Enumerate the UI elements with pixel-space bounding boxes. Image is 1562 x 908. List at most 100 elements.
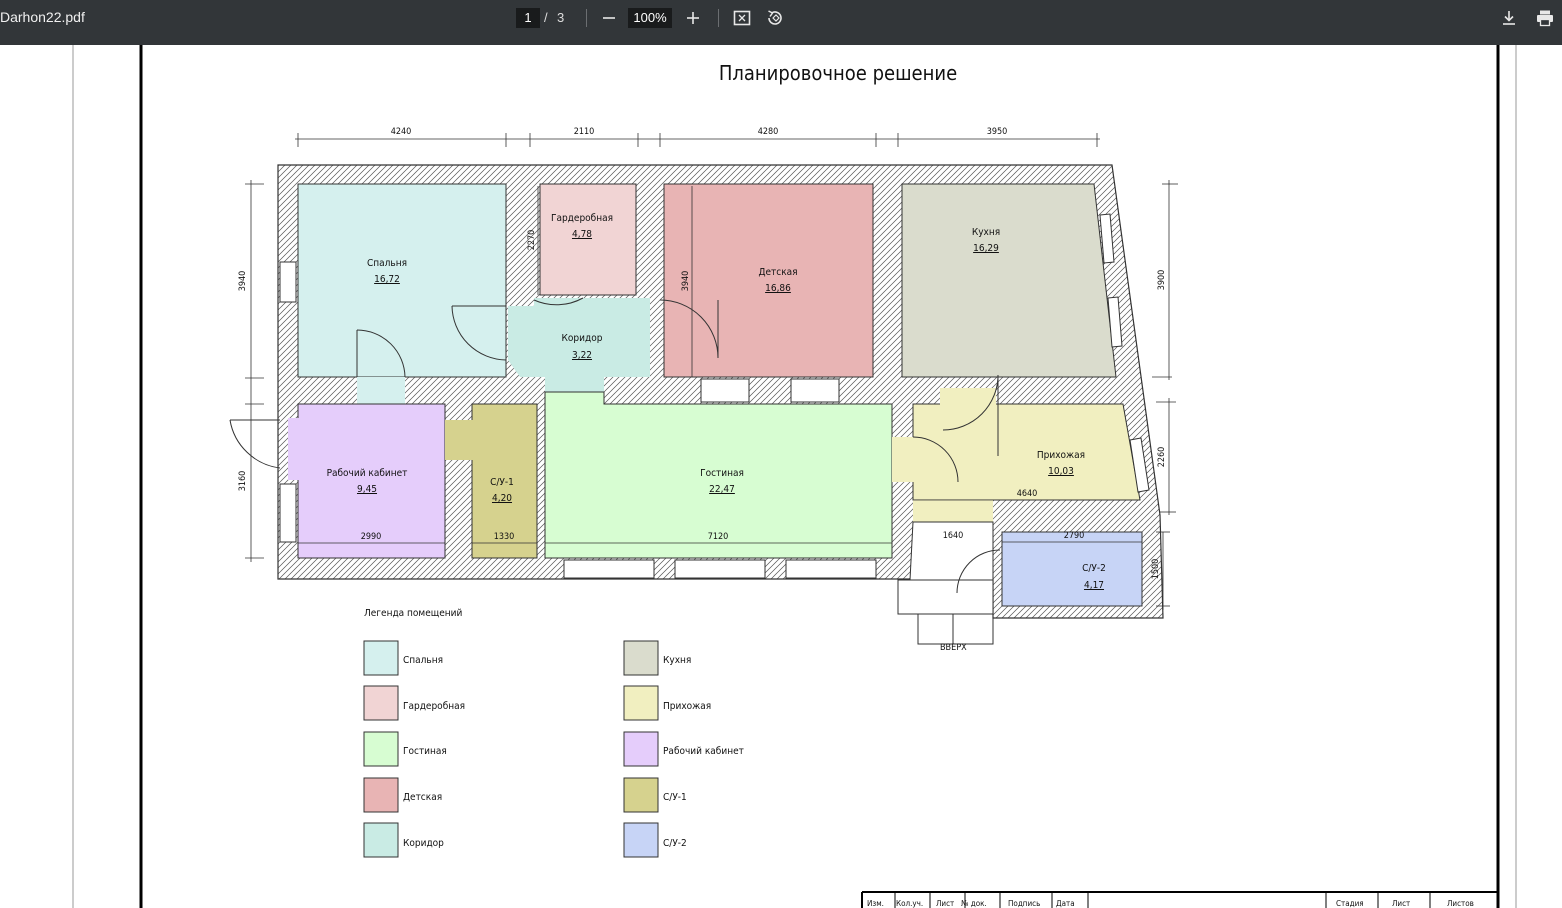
floor-plan-drawing: Планировочное решение ВВЕРХ Спальня 16,7… — [72, 45, 1517, 908]
room-name-hall: Прихожая — [1037, 450, 1085, 461]
legend-label-corridor: Коридор — [403, 838, 444, 849]
legend-label-hall: Прихожая — [663, 701, 711, 712]
room-name-corridor: Коридор — [562, 333, 603, 344]
legend-swatch-corridor — [363, 822, 399, 858]
room-area-nursery: 16,86 — [765, 283, 791, 294]
legend-swatch-office — [623, 731, 659, 767]
room-area-living: 22,47 — [709, 484, 735, 495]
stamp-list: Лист — [936, 899, 954, 908]
dim-right-3: 1500 — [1151, 559, 1161, 580]
total-pages: 3 — [557, 10, 565, 25]
room-name-wardrobe: Гардеробная — [551, 212, 613, 224]
download-button[interactable] — [1497, 6, 1521, 30]
room-area-office: 9,45 — [357, 484, 377, 495]
stamp-izm: Изм. — [867, 899, 884, 908]
doorway-office — [288, 418, 300, 480]
dim-vestibule-width: 1640 — [943, 531, 964, 541]
room-name-bath2: С/У-2 — [1082, 563, 1106, 574]
room-area-bath1: 4,20 — [492, 493, 512, 504]
door-swing — [229, 419, 281, 469]
stamp-stage: Стадия — [1336, 899, 1364, 908]
dimension-lines-left — [245, 180, 264, 562]
room-name-living: Гостиная — [700, 468, 744, 479]
file-title: Darhon22.pdf — [0, 9, 85, 25]
room-area-bedroom: 16,72 — [374, 274, 400, 285]
page-separator: / — [544, 10, 548, 25]
room-kitchen — [901, 183, 1117, 378]
dim-top-1: 4240 — [391, 127, 412, 137]
dim-top-3: 4280 — [758, 127, 779, 137]
room-area-hall: 10,03 — [1048, 466, 1074, 477]
legend-swatch-hall — [623, 685, 659, 721]
legend: Спальня Гардеробная Гостиная Детская Кор… — [363, 640, 744, 858]
stamp-date: Дата — [1056, 899, 1075, 908]
toolbar-divider — [718, 9, 719, 27]
dim-top-2: 2110 — [574, 127, 595, 137]
legend-swatch-bath1 — [623, 777, 659, 813]
zoom-in-button[interactable] — [681, 6, 705, 30]
print-button[interactable] — [1533, 6, 1557, 30]
zoom-level-input[interactable]: 100% — [628, 8, 672, 28]
legend-swatch-bedroom — [363, 640, 399, 676]
legend-swatch-living — [363, 731, 399, 767]
stamp-sign: Подпись — [1008, 899, 1040, 908]
room-bedroom — [297, 183, 507, 378]
toolbar-divider — [586, 9, 587, 27]
dim-top-4: 3950 — [987, 127, 1008, 137]
dim-right-1: 3900 — [1157, 270, 1167, 291]
fit-page-button[interactable] — [730, 6, 754, 30]
legend-label-bath2: С/У-2 — [663, 838, 687, 849]
legend-label-living: Гостиная — [403, 746, 447, 757]
room-area-corridor: 3,22 — [572, 350, 592, 361]
doorway-bedroom — [357, 377, 405, 404]
dim-wardrobe-height: 2270 — [527, 230, 537, 251]
dim-living-width: 7120 — [708, 532, 729, 542]
doorway-kitchen — [940, 388, 996, 406]
legend-swatch-kitchen — [623, 640, 659, 676]
page-number-input[interactable]: 1 — [516, 8, 540, 28]
legend-label-kitchen: Кухня — [663, 655, 691, 666]
stamp-kolvo: Кол.уч. — [896, 899, 923, 908]
room-name-bath1: С/У-1 — [490, 477, 514, 488]
stair-label: ВВЕРХ — [940, 643, 967, 653]
stair-step — [917, 613, 994, 645]
minus-icon — [603, 17, 615, 19]
dimension-lines-top — [295, 133, 1100, 147]
dim-left-2: 3160 — [238, 471, 248, 492]
dim-office-width: 2990 — [361, 532, 382, 542]
rotate-button[interactable] — [762, 6, 786, 30]
dim-left-1: 3940 — [238, 271, 248, 292]
stamp-sheet: Лист — [1392, 899, 1410, 908]
fit-page-icon — [733, 10, 751, 26]
room-bath2 — [1001, 531, 1143, 607]
room-name-bedroom: Спальня — [367, 258, 407, 269]
drawing-title: Планировочное решение — [719, 61, 957, 85]
porch — [897, 579, 994, 615]
pdf-toolbar: Darhon22.pdf 1 / 3 100% — [0, 0, 1562, 45]
room-nursery — [663, 183, 874, 378]
dim-nursery-height: 3940 — [681, 271, 691, 292]
legend-title: Легенда помещений — [364, 608, 462, 619]
legend-label-wardrobe: Гардеробная — [403, 700, 465, 712]
room-area-bath2: 4,17 — [1084, 580, 1104, 591]
zoom-out-button[interactable] — [597, 6, 621, 30]
plus-icon — [687, 12, 699, 24]
download-icon — [1503, 11, 1515, 25]
room-name-nursery: Детская — [758, 267, 797, 278]
stamp-sheets: Листов — [1447, 899, 1474, 908]
legend-label-office: Рабочий кабинет — [663, 745, 744, 757]
dim-bath1-width: 1330 — [494, 532, 515, 542]
room-area-wardrobe: 4,78 — [572, 229, 592, 240]
stamp-doc: № док. — [961, 899, 987, 908]
legend-swatch-wardrobe — [363, 685, 399, 721]
legend-label-bath1: С/У-1 — [663, 792, 687, 803]
dim-hall-width: 4640 — [1017, 489, 1038, 499]
legend-label-bedroom: Спальня — [403, 655, 443, 666]
legend-swatch-bath2 — [623, 822, 659, 858]
room-name-office: Рабочий кабинет — [327, 467, 408, 479]
legend-label-nursery: Детская — [403, 792, 442, 803]
print-icon — [1537, 10, 1553, 27]
dim-right-2: 2260 — [1157, 447, 1167, 468]
vestibule — [913, 500, 993, 522]
legend-swatch-nursery — [363, 777, 399, 813]
